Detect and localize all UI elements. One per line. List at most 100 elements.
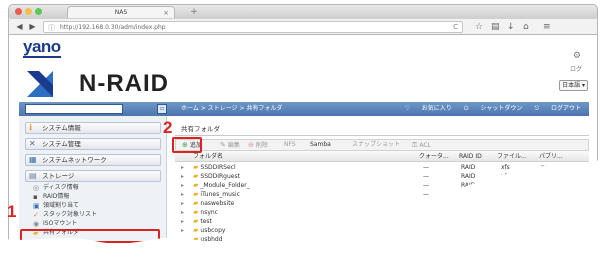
step-number-1: 1 [7,202,17,221]
language-select[interactable]: 日本語 ▾ [559,80,588,91]
sidebar-item-system-info[interactable]: ℹ システム情報 [25,122,161,134]
highlight-add-button [172,137,202,153]
cell-quota: — [423,173,429,180]
iso-icon: ◉ [33,220,40,228]
content-toolbar: ⊕ 追加 ✎ 編集 ⊖ 削除 NFS Samba スナップショット ⚿ ACL [175,139,589,151]
window-maximize-icon[interactable] [35,8,42,15]
expand-arrow-icon[interactable]: ▸ [181,217,184,226]
sidebar-item-system-network[interactable]: ▦ システムネットワーク [25,154,161,166]
acl-button[interactable]: ⚿ ACL [412,140,431,151]
expand-arrow-icon[interactable]: ▸ [181,235,184,244]
cell-quota: — [423,191,429,198]
address-bar[interactable]: ⓘ http://192.168.0.30/adm/index.php C [43,21,463,33]
folder-icon: ▰ [193,235,199,243]
table-row[interactable]: ▸ ▰ iTunes_music — RAID xfs yes [175,190,589,199]
main-content: 共有フォルダ ⊕ 追加 ✎ 編集 ⊖ 削除 NFS Samba スナップショット ⚿ A… [175,121,589,280]
table-row[interactable]: ▸ ▰ nsync [175,208,589,217]
column-header-public[interactable]: パブリ... [539,151,563,162]
menu-icon[interactable]: ≡ [543,21,551,33]
shutdown-link[interactable]: ⏻ シャットダウン [464,105,523,112]
cell-raid-id: RAID [461,191,476,198]
info-icon: ℹ [29,123,33,132]
forward-icon[interactable]: ▶ [27,22,38,32]
page-info-icon[interactable]: ⓘ [48,23,55,33]
expand-arrow-icon[interactable]: ▸ [181,226,184,235]
cell-filesystem: xfs [501,173,510,180]
window-close-icon[interactable] [15,8,22,15]
breadcrumb: ホーム > ストレージ > 共有フォルダ [181,105,283,112]
logout-label[interactable]: ログ [570,64,582,73]
expand-arrow-icon[interactable]: ▸ [181,199,184,208]
delete-button[interactable]: ⊖ 削除 [248,140,268,151]
download-icon[interactable]: ↓ [507,21,515,33]
table-row[interactable]: ▸ ▰ SSDDIRSecl — RAID xfs no [175,163,589,172]
cell-filesystem: xfs [501,164,510,171]
expand-arrow-icon[interactable]: ▸ [181,208,184,217]
table-row[interactable]: ▸ ▰ test [175,217,589,226]
table-row[interactable]: ▸ ▰ usbhdd [175,235,589,244]
highlight-shared-folder [20,229,160,243]
cell-folder-name: ▰ SSDDIRguest [193,172,240,180]
sidebar-item-disk-info[interactable]: ◎ ディスク情報 [33,184,79,192]
folder-icon: ▰ [193,217,199,225]
expand-arrow-icon[interactable]: ▸ [181,163,184,172]
folder-icon: ▰ [193,208,199,216]
cell-public: yes [541,173,552,180]
column-header-raid-id[interactable]: RAID ID [459,151,482,162]
table-row[interactable]: ▸ ▰ _Module_Folder_ — RAID xfs yes [175,181,589,190]
cell-folder-name: ▰ iTunes_music [193,190,240,198]
step-number-2: 2 [163,118,173,137]
sidebar-item-system-management[interactable]: ✕ システム管理 [25,138,161,150]
new-tab-icon[interactable]: + [189,8,199,17]
tab-title: NAS [114,9,128,16]
expand-arrow-icon[interactable]: ▸ [181,172,184,181]
expand-arrow-icon[interactable]: ▸ [181,181,184,190]
reading-list-icon[interactable]: ▤ [491,21,500,33]
edit-button[interactable]: ✎ 編集 [220,140,240,151]
network-icon: ▦ [29,155,37,164]
column-header-filesystem[interactable]: ファイル... [497,151,527,162]
cell-public: yes [541,182,552,189]
table-row[interactable]: ▸ ▰ SSDDIRguest — RAID xfs yes [175,172,589,181]
sidebar-item-raid-info[interactable]: ▪ RAID情報 [33,193,69,201]
back-icon[interactable]: ◀ [14,22,25,32]
logout-link[interactable]: ⎋ ログアウト [534,105,581,112]
folder-icon: ▰ [193,181,199,189]
sidebar-item-storage[interactable]: ▤ ストレージ [25,170,161,182]
acl-icon: ⚿ [412,141,418,149]
window-minimize-icon[interactable] [25,8,32,15]
browser-titlebar: NAS × + [8,4,598,19]
column-header-quota[interactable]: クォータ... [419,151,449,162]
logout-icon[interactable]: ⚙ [573,51,581,61]
bookmark-star-icon[interactable]: ☆ [475,21,483,33]
nfs-button[interactable]: NFS [284,140,296,150]
tools-icon: ✕ [29,139,36,148]
expand-arrow-icon[interactable]: ▸ [181,190,184,199]
sidebar-item-allocation[interactable]: ▣ 領域割り当て [33,202,79,210]
snapshot-button[interactable]: スナップショット [352,140,400,150]
edit-icon: ✎ [220,141,226,149]
app-bar: ▫ ホーム > ストレージ > 共有フォルダ ♡ お気に入り ⏻ シャットダウン… [19,102,589,116]
cell-folder-name: ▰ SSDDIRSecl [193,163,236,171]
stack-icon: ✓ [33,211,39,219]
sidebar-item-stack-list[interactable]: ✓ スタック対象リスト [33,211,97,219]
cell-filesystem: xfs [501,182,510,189]
cell-folder-name: ▰ _Module_Folder_ [193,181,250,189]
url-text: http://192.168.0.30/adm/index.php [60,24,166,31]
yano-logo-underline [23,56,61,58]
folder-icon: ▰ [193,172,199,180]
delete-icon: ⊖ [248,141,254,149]
sidebar-item-iso-mount[interactable]: ◉ ISOマウント [33,220,77,228]
sidebar-collapse-button[interactable]: ▫ [157,104,167,114]
folder-icon: ▰ [193,199,199,207]
samba-button[interactable]: Samba [310,140,331,150]
search-input[interactable] [25,104,123,114]
refresh-icon[interactable]: C [453,22,458,33]
favorites-link[interactable]: ♡ お気に入り [405,105,452,112]
table-row[interactable]: ▸ ▰ naswebsite [175,199,589,208]
page-title: 共有フォルダ [181,125,220,133]
cell-raid-id: RAID [461,182,476,189]
cell-folder-name: ▰ test [193,217,212,225]
home-icon[interactable]: ⌂ [523,21,529,33]
table-row[interactable]: ▸ ▰ usbcopy [175,226,589,235]
